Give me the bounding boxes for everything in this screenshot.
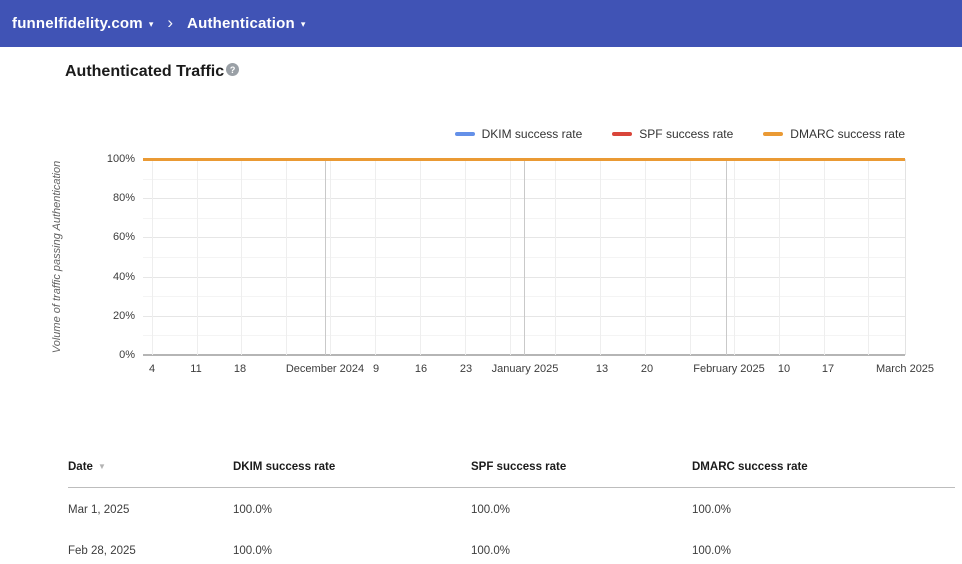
y-axis-tick-label: 100%	[106, 153, 135, 165]
table-column-header[interactable]: DKIM success rate	[233, 461, 335, 473]
section-dropdown[interactable]: Authentication ▾	[187, 15, 305, 32]
legend-label: DMARC success rate	[790, 127, 905, 141]
table-cell: 100.0%	[471, 545, 511, 557]
page-title: Authenticated Traffic?	[65, 63, 240, 81]
gridline-week	[286, 159, 287, 355]
gridline-week	[779, 159, 780, 355]
x-axis-tick-label: January 2025	[491, 363, 559, 375]
table-cell: 100.0%	[692, 545, 732, 557]
gridline-week	[420, 159, 421, 355]
plot-right-edge	[905, 159, 906, 355]
legend-item: DKIM success rate	[454, 127, 583, 141]
gridline-week	[868, 159, 869, 355]
breadcrumb-separator-icon: ›	[167, 12, 174, 32]
legend-label: SPF success rate	[639, 127, 734, 141]
x-axis-tick-label: March 2025	[875, 363, 935, 375]
y-axis-tick-label: 0%	[119, 349, 135, 361]
gridline-week	[645, 159, 646, 355]
legend-line-swatch	[763, 132, 784, 136]
x-axis-tick-label: 17	[821, 363, 835, 375]
x-axis-tick-label: 11	[190, 363, 202, 375]
gridline-week	[690, 159, 691, 355]
y-axis-tick-label: 20%	[112, 309, 135, 322]
app-header: funnelfidelity.com ▾ › Authentication ▾	[0, 0, 962, 47]
table-cell: Feb 28, 2025	[68, 545, 136, 557]
postmaster-dashboard: funnelfidelity.com ▾ › Authentication ▾ …	[0, 0, 962, 564]
table-column-header[interactable]: DMARC success rate	[692, 461, 808, 473]
sort-descending-icon: ▼	[97, 462, 106, 471]
table-column-header[interactable]: Date ▼	[68, 461, 106, 473]
dmarc-series-line	[143, 158, 905, 161]
x-axis-tick-label: 4	[148, 363, 156, 375]
gridline-month-boundary	[524, 159, 525, 355]
gridline-week	[241, 159, 242, 355]
y-axis-tick-label: 80%	[112, 192, 135, 205]
gridline-week	[465, 159, 466, 355]
page-title-text: Authenticated Traffic	[65, 63, 225, 80]
x-axis-tick-label: 13	[595, 363, 609, 375]
gridline-week	[734, 159, 735, 355]
chevron-down-icon: ▾	[300, 19, 306, 29]
gridline-week	[600, 159, 601, 355]
table-cell: Mar 1, 2025	[68, 504, 130, 516]
gridline-week	[197, 159, 198, 355]
table-column-header[interactable]: SPF success rate	[471, 461, 566, 473]
section-dropdown-label: Authentication	[187, 15, 295, 32]
x-axis-tick-label: December 2024	[285, 363, 365, 375]
x-axis-tick-label: 18	[233, 363, 247, 375]
domain-dropdown[interactable]: funnelfidelity.com ▾	[12, 15, 153, 32]
x-axis-tick-label: 23	[459, 363, 473, 375]
gridline-month-boundary	[726, 159, 727, 355]
table-cell: 100.0%	[233, 504, 273, 516]
gridline-week	[375, 159, 376, 355]
gridline-week	[824, 159, 825, 355]
legend-item: SPF success rate	[612, 127, 733, 141]
legend-item: DMARC success rate	[763, 127, 905, 141]
gridline-week	[330, 159, 331, 355]
x-axis-tick-label: 10	[777, 363, 791, 375]
gridline-week	[555, 159, 556, 355]
x-axis-tick-label: 9	[372, 363, 380, 375]
legend-label: DKIM success rate	[481, 127, 583, 141]
y-axis-tick-label: 60%	[112, 231, 135, 244]
legend-line-swatch	[612, 132, 633, 136]
chevron-down-icon: ▾	[148, 19, 154, 29]
table-cell: 100.0%	[233, 545, 273, 557]
help-icon[interactable]: ?	[226, 63, 240, 76]
domain-dropdown-label: funnelfidelity.com	[12, 15, 143, 32]
x-axis-tick-label: 20	[640, 363, 654, 375]
chart-legend: DKIM success rate SPF success rate DMARC s…	[143, 127, 905, 141]
gridline-month-boundary	[325, 159, 326, 355]
y-axis-tick-label: 40%	[112, 270, 135, 283]
y-axis-title: Volume of traffic passing Authentication	[51, 160, 63, 354]
gridline-week	[152, 159, 153, 355]
x-axis-tick-label: February 2025	[693, 363, 765, 375]
gridline-week	[510, 159, 511, 355]
legend-line-swatch	[454, 132, 475, 136]
table-header-divider	[68, 487, 955, 488]
table-cell: 100.0%	[471, 504, 511, 516]
table-cell: 100.0%	[692, 504, 732, 516]
x-axis-tick-label: 16	[414, 363, 428, 375]
